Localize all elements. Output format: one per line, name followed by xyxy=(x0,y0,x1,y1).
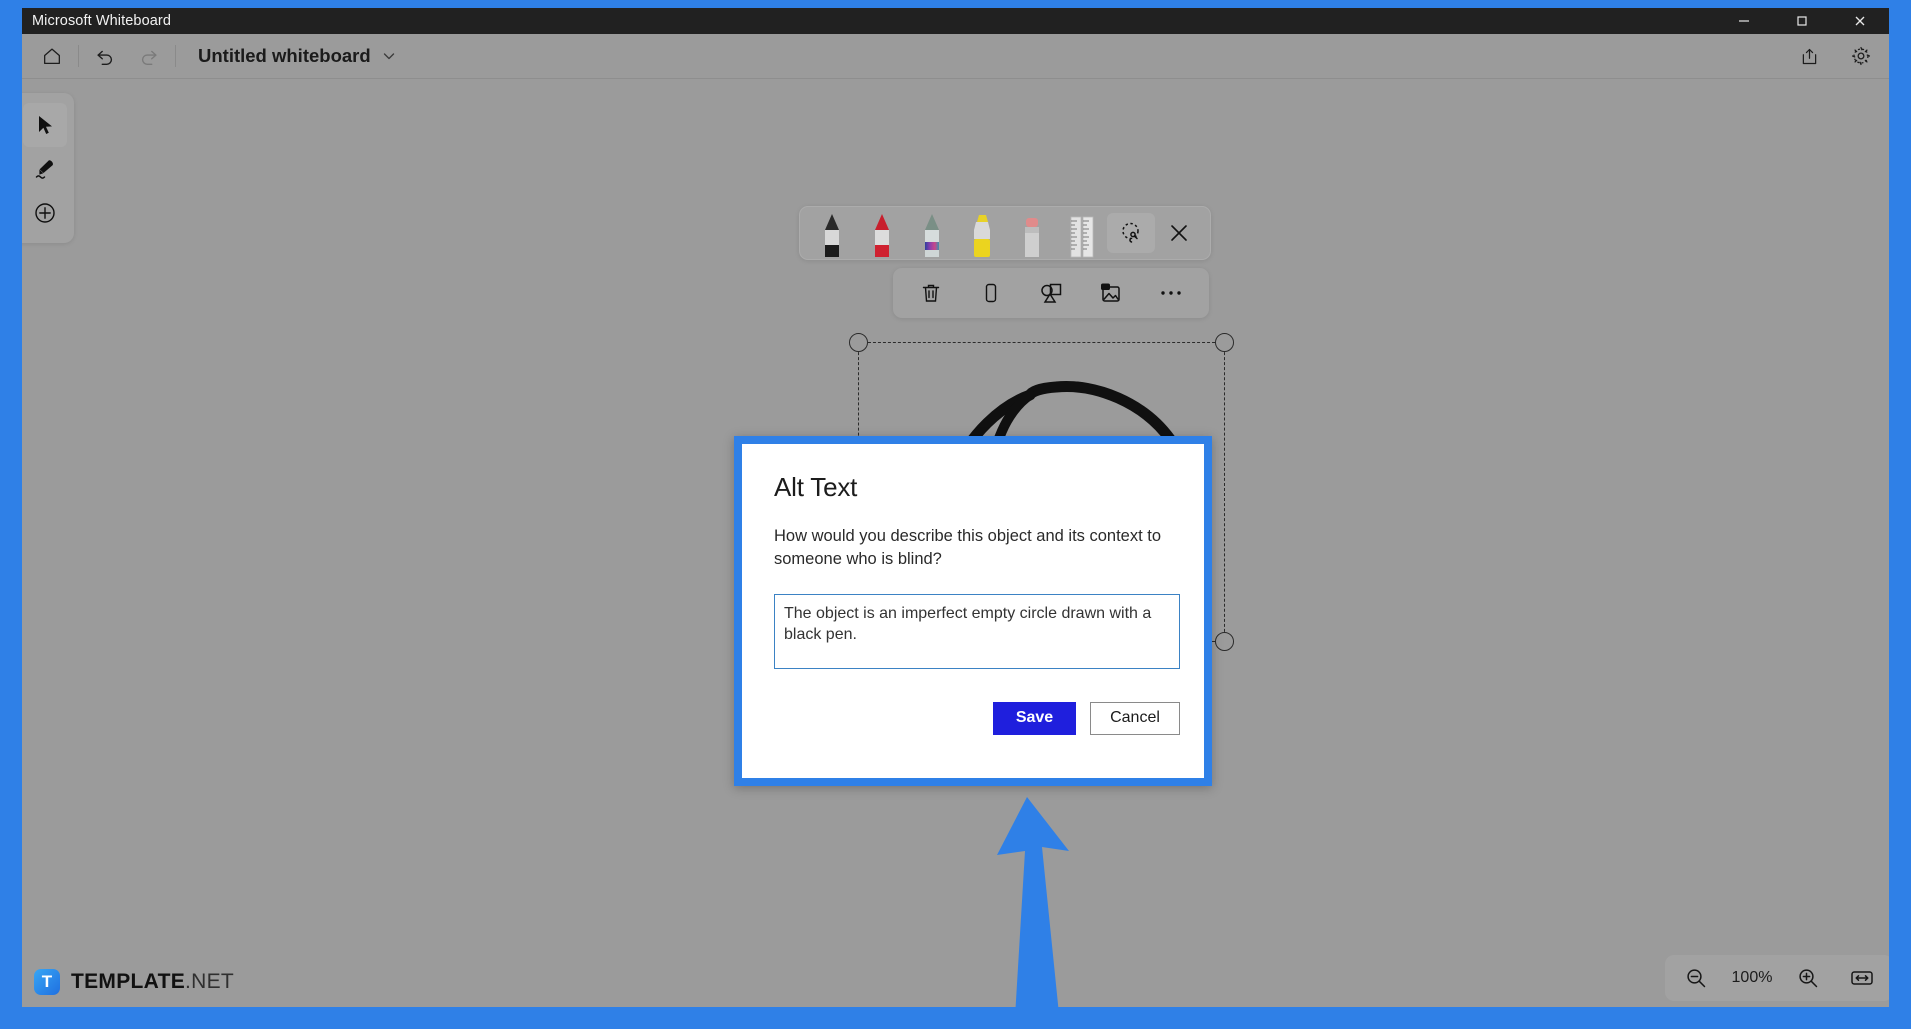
pen-eraser[interactable] xyxy=(1007,205,1057,259)
left-tool-rail xyxy=(22,93,74,243)
toolbar-divider-2 xyxy=(175,45,176,67)
annotation-arrow-icon xyxy=(987,789,1097,1007)
alt-text-button[interactable] xyxy=(1081,272,1141,314)
app-window: Microsoft Whiteboard xyxy=(0,0,1911,1029)
sidebar-item-ink-tool[interactable] xyxy=(23,147,67,191)
object-context-toolbar xyxy=(893,268,1209,318)
lasso-select-icon[interactable] xyxy=(1107,213,1155,253)
dialog-body: Alt Text How would you describe this obj… xyxy=(742,444,1204,778)
zoom-out-button[interactable] xyxy=(1669,958,1723,998)
title-bar: Microsoft Whiteboard xyxy=(22,8,1889,34)
resize-handle-top-left[interactable] xyxy=(849,333,868,352)
toolbar-right-group xyxy=(1787,36,1883,76)
watermark-tld: .NET xyxy=(185,970,234,993)
share-button[interactable] xyxy=(1787,36,1831,76)
toolbar-divider xyxy=(78,45,79,67)
maximize-button[interactable] xyxy=(1773,8,1831,34)
dialog-actions: Save Cancel xyxy=(774,702,1180,735)
pen-galaxy-pen[interactable] xyxy=(907,205,957,259)
window-title: Microsoft Whiteboard xyxy=(32,13,171,29)
pen-ruler[interactable] xyxy=(1057,205,1107,259)
pen-black-pen[interactable] xyxy=(807,205,857,259)
alt-text-dialog: Alt Text How would you describe this obj… xyxy=(734,436,1212,786)
watermark: T TEMPLATE.NET xyxy=(34,969,234,995)
zoom-level-label: 100% xyxy=(1723,969,1781,987)
cancel-button[interactable]: Cancel xyxy=(1090,702,1180,735)
redo-button[interactable] xyxy=(127,36,171,76)
ink-pen-palette xyxy=(799,206,1211,260)
sidebar-item-select-tool[interactable] xyxy=(23,103,67,147)
close-button[interactable] xyxy=(1831,8,1889,34)
fit-to-screen-button[interactable] xyxy=(1835,958,1889,998)
ink-to-shape-button[interactable] xyxy=(1021,272,1081,314)
home-button[interactable] xyxy=(30,36,74,76)
whiteboard-canvas[interactable]: Alt Text How would you describe this obj… xyxy=(22,79,1889,1007)
dialog-prompt: How would you describe this object and i… xyxy=(774,525,1174,572)
pen-yellow-highlighter[interactable] xyxy=(957,205,1007,259)
board-title-menu[interactable]: Untitled whiteboard xyxy=(198,45,397,67)
delete-button[interactable] xyxy=(901,272,961,314)
sidebar-item-add-tool[interactable] xyxy=(23,191,67,235)
resize-handle-bottom-right[interactable] xyxy=(1215,632,1234,651)
pen-red-pen[interactable] xyxy=(857,205,907,259)
watermark-name: TEMPLATE xyxy=(71,970,185,993)
settings-gear-icon[interactable] xyxy=(1839,36,1883,76)
template-net-logo-icon: T xyxy=(34,969,60,995)
duplicate-button[interactable] xyxy=(961,272,1021,314)
save-button[interactable]: Save xyxy=(993,702,1076,735)
more-options-button[interactable] xyxy=(1141,272,1201,314)
close-ink-toolbar-icon[interactable] xyxy=(1155,213,1203,253)
minimize-button[interactable] xyxy=(1715,8,1773,34)
dialog-title: Alt Text xyxy=(774,472,1172,503)
zoom-in-button[interactable] xyxy=(1781,958,1835,998)
app-toolbar: Untitled whiteboard xyxy=(22,34,1889,79)
chevron-down-icon xyxy=(381,48,397,64)
alt-text-input[interactable] xyxy=(774,594,1180,669)
zoom-controls: 100% xyxy=(1665,955,1889,1001)
undo-button[interactable] xyxy=(83,36,127,76)
watermark-text: TEMPLATE.NET xyxy=(71,970,234,994)
board-title: Untitled whiteboard xyxy=(198,45,371,67)
window-controls xyxy=(1715,8,1889,34)
resize-handle-top-right[interactable] xyxy=(1215,333,1234,352)
